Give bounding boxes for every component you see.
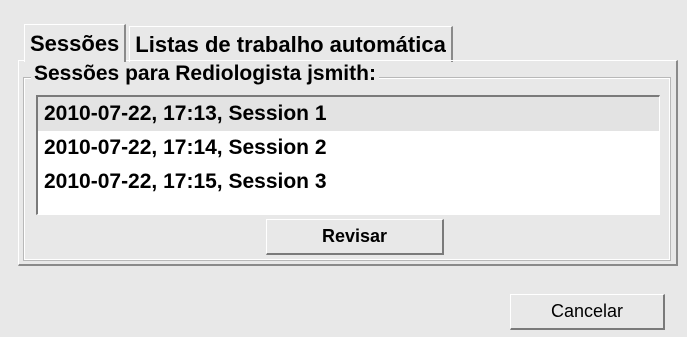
cancel-button[interactable]: Cancelar bbox=[510, 294, 665, 330]
sessions-dialog: Sessões Listas de trabalho automática Se… bbox=[0, 0, 687, 337]
session-list-item[interactable]: 2010-07-22, 17:14, Session 2 bbox=[38, 131, 659, 165]
tab-auto-worklists[interactable]: Listas de trabalho automática bbox=[129, 26, 453, 62]
session-list-item[interactable]: 2010-07-22, 17:13, Session 1 bbox=[38, 97, 659, 131]
sessions-group-title: Sessões para Rediologista jsmith: bbox=[31, 62, 379, 86]
session-list-item[interactable]: 2010-07-22, 17:15, Session 3 bbox=[38, 165, 659, 199]
sessions-list[interactable]: 2010-07-22, 17:13, Session 1 2010-07-22,… bbox=[36, 95, 660, 215]
tab-bar: Sessões Listas de trabalho automática bbox=[24, 22, 453, 62]
review-button[interactable]: Revisar bbox=[266, 219, 444, 255]
tab-sessions[interactable]: Sessões bbox=[24, 24, 127, 62]
